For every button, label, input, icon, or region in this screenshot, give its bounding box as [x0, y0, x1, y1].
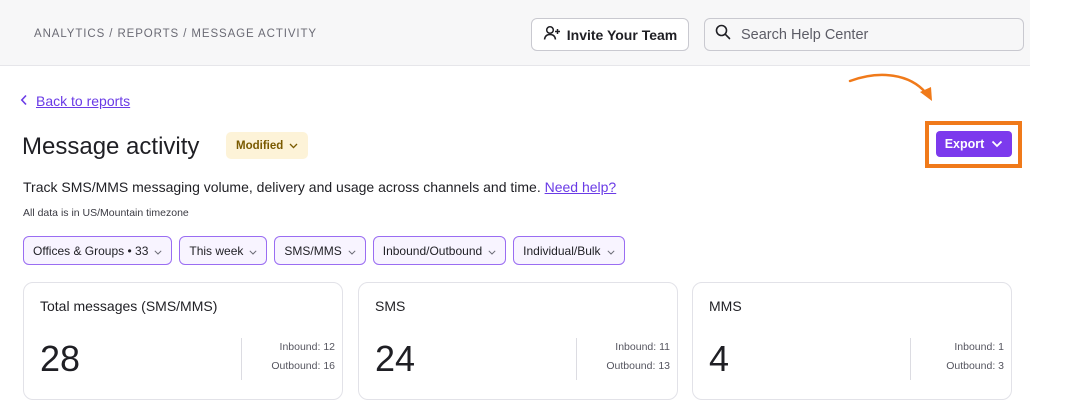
inbound-count: Inbound: 11 — [615, 341, 670, 353]
page-title: Message activity — [22, 133, 200, 160]
card-breakdown: Inbound: 1 Outbound: 3 — [910, 338, 1004, 380]
user-plus-icon — [543, 25, 561, 44]
inbound-count: Inbound: 12 — [279, 341, 335, 353]
invite-team-label: Invite Your Team — [566, 26, 678, 43]
card-title: MMS — [709, 298, 742, 314]
top-bar: ANALYTICS / REPORTS / MESSAGE ACTIVITY I… — [0, 0, 1030, 66]
card-value: 28 — [40, 338, 81, 379]
export-label: Export — [944, 137, 985, 151]
outbound-count: Outbound: 3 — [946, 360, 1004, 372]
stat-card-mms: MMS 4 Inbound: 1 Outbound: 3 — [692, 282, 1012, 400]
page-description: Track SMS/MMS messaging volume, delivery… — [23, 179, 616, 195]
chevron-down-icon — [348, 244, 356, 258]
filter-direction[interactable]: Inbound/Outbound — [372, 236, 507, 265]
card-breakdown: Inbound: 12 Outbound: 16 — [241, 338, 335, 380]
filter-date-range[interactable]: This week — [179, 236, 268, 265]
stat-card-total-messages: Total messages (SMS/MMS) 28 Inbound: 12 … — [23, 282, 343, 400]
filter-label: This week — [189, 243, 244, 258]
export-button[interactable]: Export — [936, 131, 1012, 157]
filter-message-type[interactable]: SMS/MMS — [274, 236, 366, 265]
back-to-reports-link[interactable]: Back to reports — [20, 93, 130, 109]
arrow-annotation-icon — [848, 73, 932, 101]
back-to-reports-label: Back to reports — [36, 93, 131, 109]
filter-label: Individual/Bulk — [523, 243, 601, 258]
chevron-down-icon — [154, 244, 162, 258]
chevron-down-icon — [991, 137, 1003, 151]
search-icon — [715, 24, 731, 45]
card-title: Total messages (SMS/MMS) — [40, 298, 218, 314]
card-title: SMS — [375, 298, 406, 314]
stat-card-sms: SMS 24 Inbound: 11 Outbound: 13 — [358, 282, 678, 400]
filter-send-mode[interactable]: Individual/Bulk — [513, 236, 625, 265]
invite-team-button[interactable]: Invite Your Team — [531, 18, 689, 51]
filter-bar: Offices & Groups • 33 This week SMS/MMS … — [23, 236, 625, 265]
card-value: 4 — [709, 338, 730, 379]
card-value: 24 — [375, 338, 416, 379]
filter-label: Inbound/Outbound — [382, 243, 483, 258]
filter-label: SMS/MMS — [284, 243, 342, 258]
timezone-note: All data is in US/Mountain timezone — [23, 207, 189, 219]
breadcrumb: ANALYTICS / REPORTS / MESSAGE ACTIVITY — [34, 28, 317, 40]
modified-badge-label: Modified — [236, 139, 284, 152]
description-text: Track SMS/MMS messaging volume, delivery… — [23, 179, 541, 195]
chevron-left-icon — [20, 93, 28, 109]
chevron-down-icon — [607, 244, 615, 258]
filter-offices-groups[interactable]: Offices & Groups • 33 — [23, 236, 173, 265]
card-breakdown: Inbound: 11 Outbound: 13 — [576, 338, 670, 380]
search-box[interactable] — [704, 18, 1024, 51]
outbound-count: Outbound: 13 — [606, 360, 670, 372]
inbound-count: Inbound: 1 — [954, 341, 1004, 353]
search-input[interactable] — [741, 26, 1011, 43]
chevron-down-icon — [249, 244, 257, 258]
need-help-link[interactable]: Need help? — [545, 179, 617, 195]
chevron-down-icon — [289, 140, 298, 152]
modified-badge[interactable]: Modified — [226, 132, 309, 159]
outbound-count: Outbound: 16 — [271, 360, 335, 372]
chevron-down-icon — [488, 244, 496, 258]
filter-label: Offices & Groups • 33 — [33, 243, 149, 258]
